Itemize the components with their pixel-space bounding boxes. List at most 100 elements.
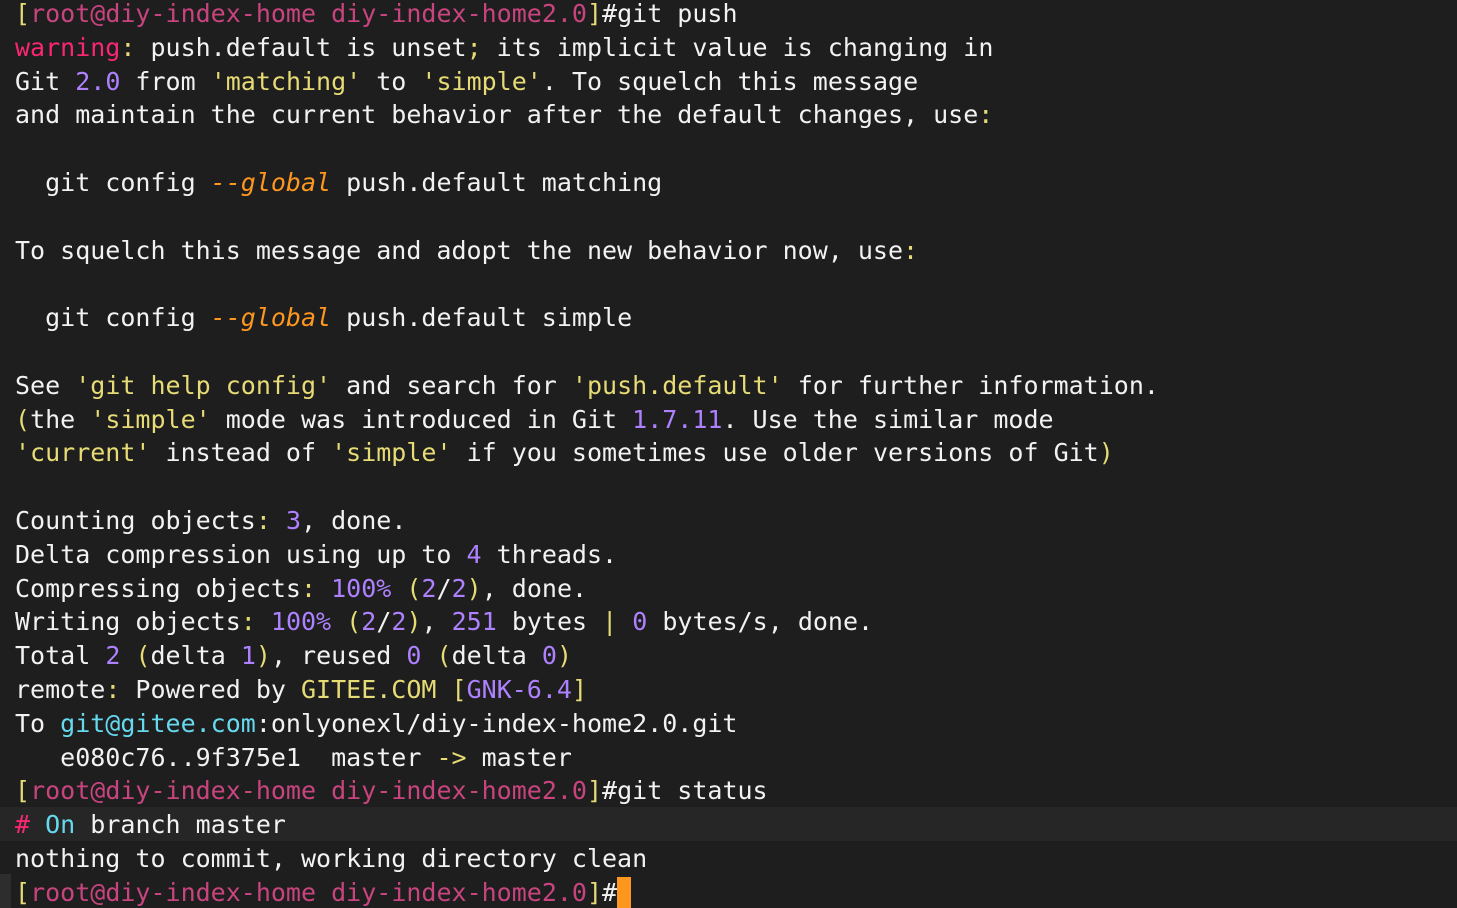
terminal-text-segment: [ [15,0,31,28]
terminal-text-segment: : [903,235,919,265]
terminal-line: To squelch this message and adopt the ne… [15,234,918,268]
terminal-text-segment: 2 [105,641,121,671]
terminal-line: See 'git help config' and search for 'pu… [15,369,1159,403]
terminal-text-segment: Powered by [120,675,301,704]
terminal-line: 'current' instead of 'simple' if you som… [15,436,1114,470]
terminal-text-segment: GNK-6.4 [466,675,572,704]
terminal-text-segment: diy-index-home2.0 [331,877,587,907]
terminal-text-segment: nothing to commit, working directory cle… [15,844,648,873]
terminal-text-segment: --global [210,168,332,197]
terminal-text-segment: : [240,607,256,637]
terminal-text-segment: 3 [285,506,302,535]
terminal-text-segment: ( [15,404,31,434]
terminal-text-segment: if you sometimes use older versions of G… [451,438,1099,468]
terminal-line: To git@gitee.com:onlyonexl/diy-index-hom… [15,707,737,741]
terminal-window[interactable]: [root@diy-index-home diy-index-home2.0]#… [0,0,1457,908]
terminal-text-segment: : [120,32,136,62]
terminal-text-segment: 1 [240,641,256,671]
terminal-text-segment: -> [436,742,467,772]
terminal-text-segment: ] [586,0,603,28]
terminal-text-segment: master [466,742,572,772]
terminal-line: and maintain the current behavior after … [15,98,993,132]
terminal-text-segment: root@diy-index-home [30,0,317,28]
terminal-text-segment: 'push.default' [571,370,783,400]
terminal-text-segment: bytes [496,607,603,637]
prompt-gutter-marker [0,874,11,908]
terminal-text-segment: : [105,675,121,704]
terminal-text-segment: 0 [541,641,557,671]
terminal-text-segment: root@diy-index-home [30,776,317,806]
terminal-text-segment: 0 [406,641,422,671]
terminal-text-segment: to [361,66,422,96]
terminal-text-segment: 251 [451,607,497,637]
terminal-line: Delta compression using up to 4 threads. [15,538,617,572]
terminal-text-segment: and maintain the current behavior after … [15,100,979,130]
terminal-line: Compressing objects: 100% (2/2), done. [15,572,587,606]
terminal-text-segment: branch master [75,810,286,840]
terminal-text-segment: , done. [481,573,588,603]
terminal-text-segment: [ [15,877,31,907]
terminal-text-segment: bytes/s, done. [647,607,874,637]
terminal-line: git config --global push.default simple [15,301,632,335]
terminal-text-segment: delta [150,641,241,671]
terminal-text-segment: 2 [361,607,377,637]
terminal-text-segment: 100% [270,607,332,637]
terminal-text-segment: 1.7.11 [632,404,723,434]
terminal-text-segment: the [30,404,91,434]
terminal-text-segment: git config [15,168,211,197]
terminal-line: [root@diy-index-home diy-index-home2.0]# [15,876,632,908]
terminal-text-segment: , [421,607,452,637]
terminal-text-segment: 'simple' [421,66,542,96]
terminal-text-segment: ; [466,32,482,62]
terminal-text-segment: git config [15,303,211,333]
terminal-text-segment: warning [15,32,121,62]
terminal-text-segment: 2 [451,573,467,603]
terminal-text-segment: On [45,810,76,840]
terminal-line: e080c76..9f375e1 master -> master [15,741,572,775]
terminal-text-segment: #git push [602,0,738,28]
terminal-text-segment: and search for [331,370,572,400]
terminal-text-segment: , reused [270,641,407,671]
terminal-line: remote: Powered by GITEE.COM [GNK-6.4] [15,673,587,707]
terminal-text-segment: diy-index-home2.0 [331,0,587,28]
terminal-line: Writing objects: 100% (2/2), 251 bytes |… [15,605,873,639]
terminal-text-segment: its implicit value is changing in [481,32,994,62]
terminal-text-segment: 0 [632,607,648,637]
terminal-text-segment: 'simple' [331,438,452,468]
terminal-text-segment: ) [1098,438,1114,468]
terminal-text-segment: ) [466,573,482,603]
terminal-line: Counting objects: 3, done. [15,504,406,538]
terminal-text-segment: , done. [301,506,407,535]
terminal-text-segment: ( [346,607,362,637]
terminal-line: git config --global push.default matchin… [15,166,662,200]
terminal-text-segment: . Use the similar mode [722,404,1054,434]
terminal-line: # On branch master [15,808,286,842]
terminal-text-segment: # [15,810,31,840]
terminal-text-segment: 2 [391,607,407,637]
terminal-text-segment: delta [451,641,542,671]
terminal-text-segment: Git [15,66,76,96]
terminal-text-segment: / [376,607,392,637]
terminal-text-segment: e080c76..9f375e1 master [15,742,437,772]
terminal-text-segment: ] [571,675,588,704]
terminal-text-segment: [ [451,675,467,704]
terminal-line: warning: push.default is unset; its impl… [15,31,993,65]
text-cursor[interactable] [617,876,632,908]
terminal-text-segment: 'current' [15,438,151,468]
terminal-text-segment: 'git help config' [75,370,332,400]
terminal-text-segment: ( [436,641,452,671]
terminal-text-segment: / [436,573,452,603]
terminal-text-segment: [ [15,776,31,806]
terminal-text-segment: See [15,370,76,400]
terminal-text-segment: ] [586,776,603,806]
terminal-text-segment: ( [406,573,422,603]
